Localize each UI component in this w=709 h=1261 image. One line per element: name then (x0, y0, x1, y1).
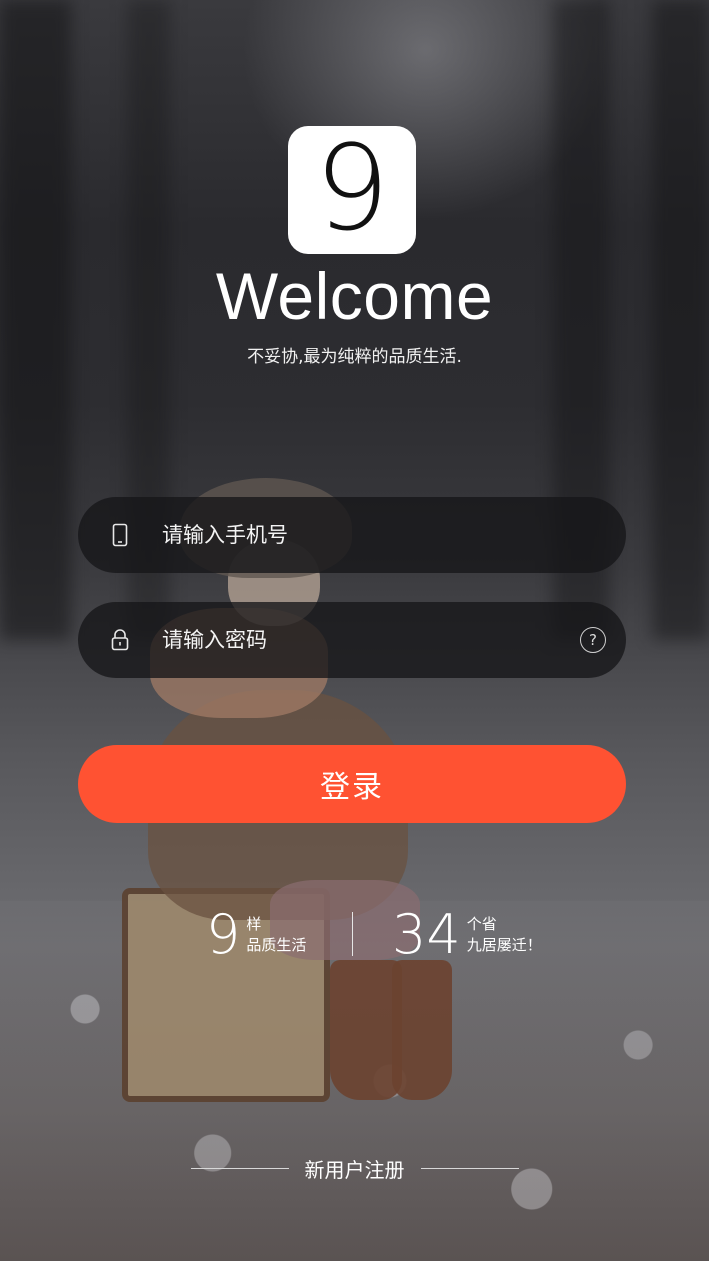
phone-field-container (78, 497, 626, 573)
lock-icon (78, 629, 162, 651)
password-field-container: ? (78, 602, 626, 678)
tagline: 不妥协,最为纯粹的品质生活. (247, 347, 462, 367)
stat-number: 9 (206, 903, 241, 966)
login-screen: 9 Welcome 不妥协,最为纯粹的品质生活. ? 登录 9 样 (0, 0, 709, 1261)
stat-unit: 样 (246, 915, 262, 933)
stat-label: 九居屡迁！ (466, 936, 542, 954)
logo-glyph: 9 (314, 119, 390, 257)
stat-number: 34 (392, 903, 461, 966)
register-section: 新用户注册 (0, 1154, 709, 1183)
phone-icon (78, 523, 162, 547)
stat-label: 品质生活 (246, 936, 307, 954)
divider-line-left (190, 1168, 289, 1169)
stat-quality: 9 样 品质生活 (206, 908, 306, 962)
phone-input[interactable] (162, 523, 626, 547)
login-button[interactable]: 登录 (78, 745, 626, 823)
app-logo: 9 (288, 126, 416, 254)
welcome-title: Welcome (215, 259, 494, 333)
stats-divider (352, 912, 353, 956)
stat-provinces: 34 个省 九居屡迁！ (392, 908, 542, 962)
divider-line-right (420, 1168, 519, 1169)
stat-unit: 个省 (466, 915, 497, 933)
stats-row: 9 样 品质生活 34 个省 九居屡迁！ (0, 896, 709, 976)
register-link[interactable]: 新用户注册 (305, 1154, 405, 1183)
password-input[interactable] (162, 628, 580, 652)
help-icon[interactable]: ? (580, 627, 606, 653)
